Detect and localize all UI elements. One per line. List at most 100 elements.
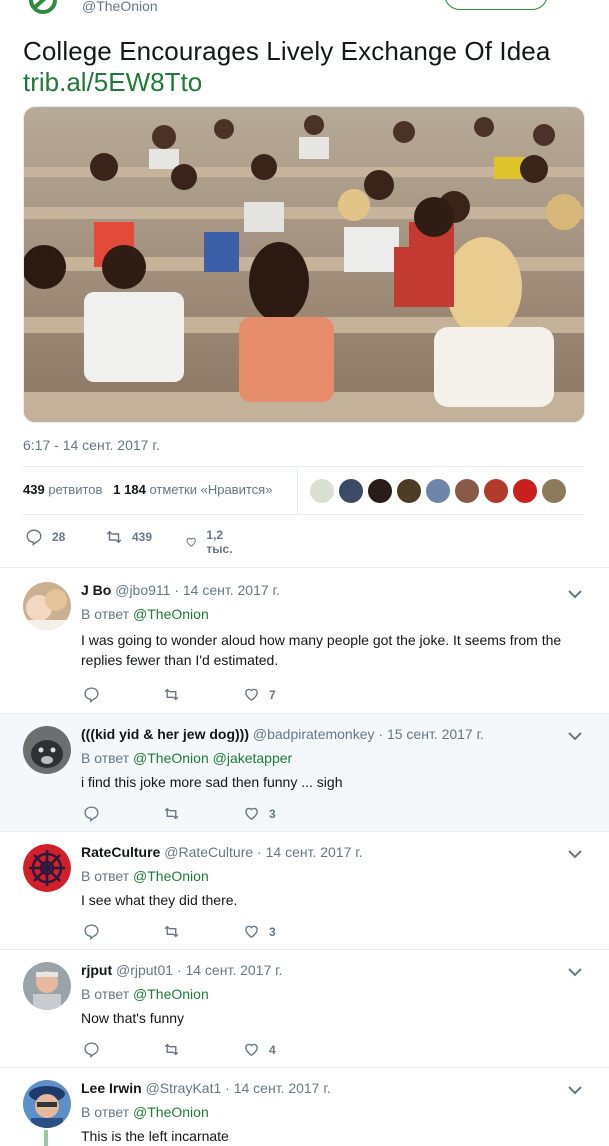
retweet-icon — [164, 925, 179, 938]
reply-item[interactable]: rjput @rjput01 · 14 сент. 2017 г. В отве… — [0, 950, 609, 1068]
avatar[interactable] — [23, 582, 71, 630]
like-count: 4 — [269, 1042, 276, 1057]
mention-link[interactable]: @TheOnion — [133, 606, 209, 622]
reply-action[interactable] — [83, 1041, 109, 1058]
reply-item[interactable]: RateCulture @RateCulture · 14 сент. 2017… — [0, 832, 609, 950]
like-action[interactable]: 3 — [243, 805, 276, 822]
mention-link[interactable]: @TheOnion — [133, 986, 209, 1002]
reply-context: В ответ @TheOnion — [81, 868, 209, 884]
reply-author-handle[interactable]: @StrayKat1 — [146, 1080, 222, 1096]
like-action[interactable]: 7 — [243, 686, 276, 703]
avatar[interactable] — [23, 844, 71, 892]
liker-avatar[interactable] — [425, 478, 451, 504]
stats-separator — [297, 466, 298, 515]
tweet-photo[interactable] — [23, 106, 585, 423]
heart-icon — [245, 688, 258, 701]
chevron-down-icon[interactable] — [567, 848, 583, 860]
reply-author-handle[interactable]: @rjput01 — [116, 962, 173, 978]
reply-icon — [84, 924, 99, 940]
reply-text: This is the left incarnate — [81, 1128, 229, 1144]
heart-icon — [245, 1043, 258, 1056]
tweet-link[interactable]: trib.al/5EW8Tto — [23, 67, 202, 97]
reply-author-handle[interactable]: @jbo911 — [115, 582, 170, 598]
reply-author-handle[interactable]: @badpiratemonkey — [253, 726, 375, 742]
reply-author-name[interactable]: J Bo — [81, 582, 111, 598]
reply-text: Now that's funny — [81, 1010, 185, 1026]
chevron-down-icon[interactable] — [567, 1084, 583, 1096]
reply-author-name[interactable]: (((kid yid & her jew dog))) — [81, 726, 249, 742]
reply-text: I was going to wonder aloud how many peo… — [81, 632, 562, 668]
retweet-action[interactable] — [163, 805, 189, 822]
chevron-down-icon[interactable] — [567, 966, 583, 978]
retweet-count: 439 — [132, 530, 153, 544]
tweet-text: College Encourages Lively Exchange Of Id… — [23, 36, 551, 66]
liker-avatar[interactable] — [454, 478, 480, 504]
reply-author-name[interactable]: RateCulture — [81, 844, 160, 860]
retweet-action[interactable]: 439 — [105, 528, 152, 546]
reply-item[interactable]: (((kid yid & her jew dog))) @badpiratemo… — [0, 714, 609, 832]
liker-avatar[interactable] — [309, 478, 335, 504]
tweet-timestamp[interactable]: 6:17 - 14 сент. 2017 г. — [23, 437, 160, 453]
retweet-action[interactable] — [163, 1041, 189, 1058]
reply-icon — [84, 806, 99, 822]
like-count: 7 — [269, 687, 276, 702]
like-action[interactable]: 4 — [243, 1041, 276, 1058]
mention-link[interactable]: @TheOnion @jaketapper — [133, 750, 292, 766]
reply-action[interactable] — [83, 686, 109, 703]
reply-action[interactable] — [83, 805, 109, 822]
author-handle[interactable]: @TheOnion — [82, 0, 158, 14]
like-action[interactable]: 1,2 тыс. — [185, 528, 238, 556]
retweet-icon — [106, 530, 122, 544]
chevron-down-icon[interactable] — [567, 730, 583, 742]
like-count: 3 — [269, 806, 276, 821]
reply-author-handle[interactable]: @RateCulture — [164, 844, 253, 860]
reply-context: В ответ @TheOnion @jaketapper — [81, 750, 293, 766]
reply-date[interactable]: · 14 сент. 2017 г. — [225, 1080, 331, 1096]
divider — [23, 514, 584, 515]
like-count: 1,2 тыс. — [206, 528, 233, 556]
chevron-down-icon[interactable] — [567, 588, 583, 600]
reply-author-name[interactable]: Lee Irwin — [81, 1080, 142, 1096]
mention-link[interactable]: @TheOnion — [133, 1104, 209, 1120]
retweet-icon — [164, 807, 179, 820]
onion-logo-icon[interactable] — [28, 0, 58, 14]
reply-item[interactable]: J Bo @jbo911 · 14 сент. 2017 г. В ответ … — [0, 568, 609, 714]
liker-avatar[interactable] — [338, 478, 364, 504]
likes-stat[interactable]: 1 184 отметки «Нравится» — [113, 482, 272, 497]
liker-avatar[interactable] — [512, 478, 538, 504]
reply-action[interactable] — [83, 923, 109, 940]
heart-icon — [245, 925, 258, 938]
reply-context: В ответ @TheOnion — [81, 1104, 209, 1120]
thread-line — [44, 1130, 48, 1146]
liker-avatar[interactable] — [367, 478, 393, 504]
avatar[interactable] — [23, 1080, 71, 1128]
avatar[interactable] — [23, 962, 71, 1010]
reply-date[interactable]: · 14 сент. 2017 г. — [174, 582, 280, 598]
retweet-icon — [164, 1043, 179, 1056]
follow-button[interactable] — [444, 0, 548, 10]
reply-context: В ответ @TheOnion — [81, 986, 209, 1002]
retweet-action[interactable] — [163, 686, 189, 703]
reply-context: В ответ @TheOnion — [81, 606, 209, 622]
reply-date[interactable]: · 14 сент. 2017 г. — [257, 844, 363, 860]
liker-avatar[interactable] — [541, 478, 567, 504]
liker-avatar[interactable] — [483, 478, 509, 504]
reply-icon — [84, 687, 99, 703]
retweet-icon — [164, 688, 179, 701]
reply-author-name[interactable]: rjput — [81, 962, 112, 978]
reply-icon — [84, 1042, 99, 1058]
reply-icon — [26, 529, 42, 546]
reply-date[interactable]: · 15 сент. 2017 г. — [378, 726, 484, 742]
reply-date[interactable]: · 14 сент. 2017 г. — [177, 962, 283, 978]
avatar[interactable] — [23, 726, 71, 774]
like-count: 3 — [269, 924, 276, 939]
tweet-author-row: @TheOnion — [0, 0, 609, 16]
retweets-stat[interactable]: 439 ретвитов — [23, 482, 102, 497]
like-action[interactable]: 3 — [243, 923, 276, 940]
retweet-action[interactable] — [163, 923, 189, 940]
liker-avatar[interactable] — [396, 478, 422, 504]
reply-count: 28 — [52, 530, 66, 544]
reply-action[interactable]: 28 — [25, 528, 65, 546]
reply-item[interactable]: Lee Irwin @StrayKat1 · 14 сент. 2017 г. … — [0, 1068, 609, 1146]
mention-link[interactable]: @TheOnion — [133, 868, 209, 884]
